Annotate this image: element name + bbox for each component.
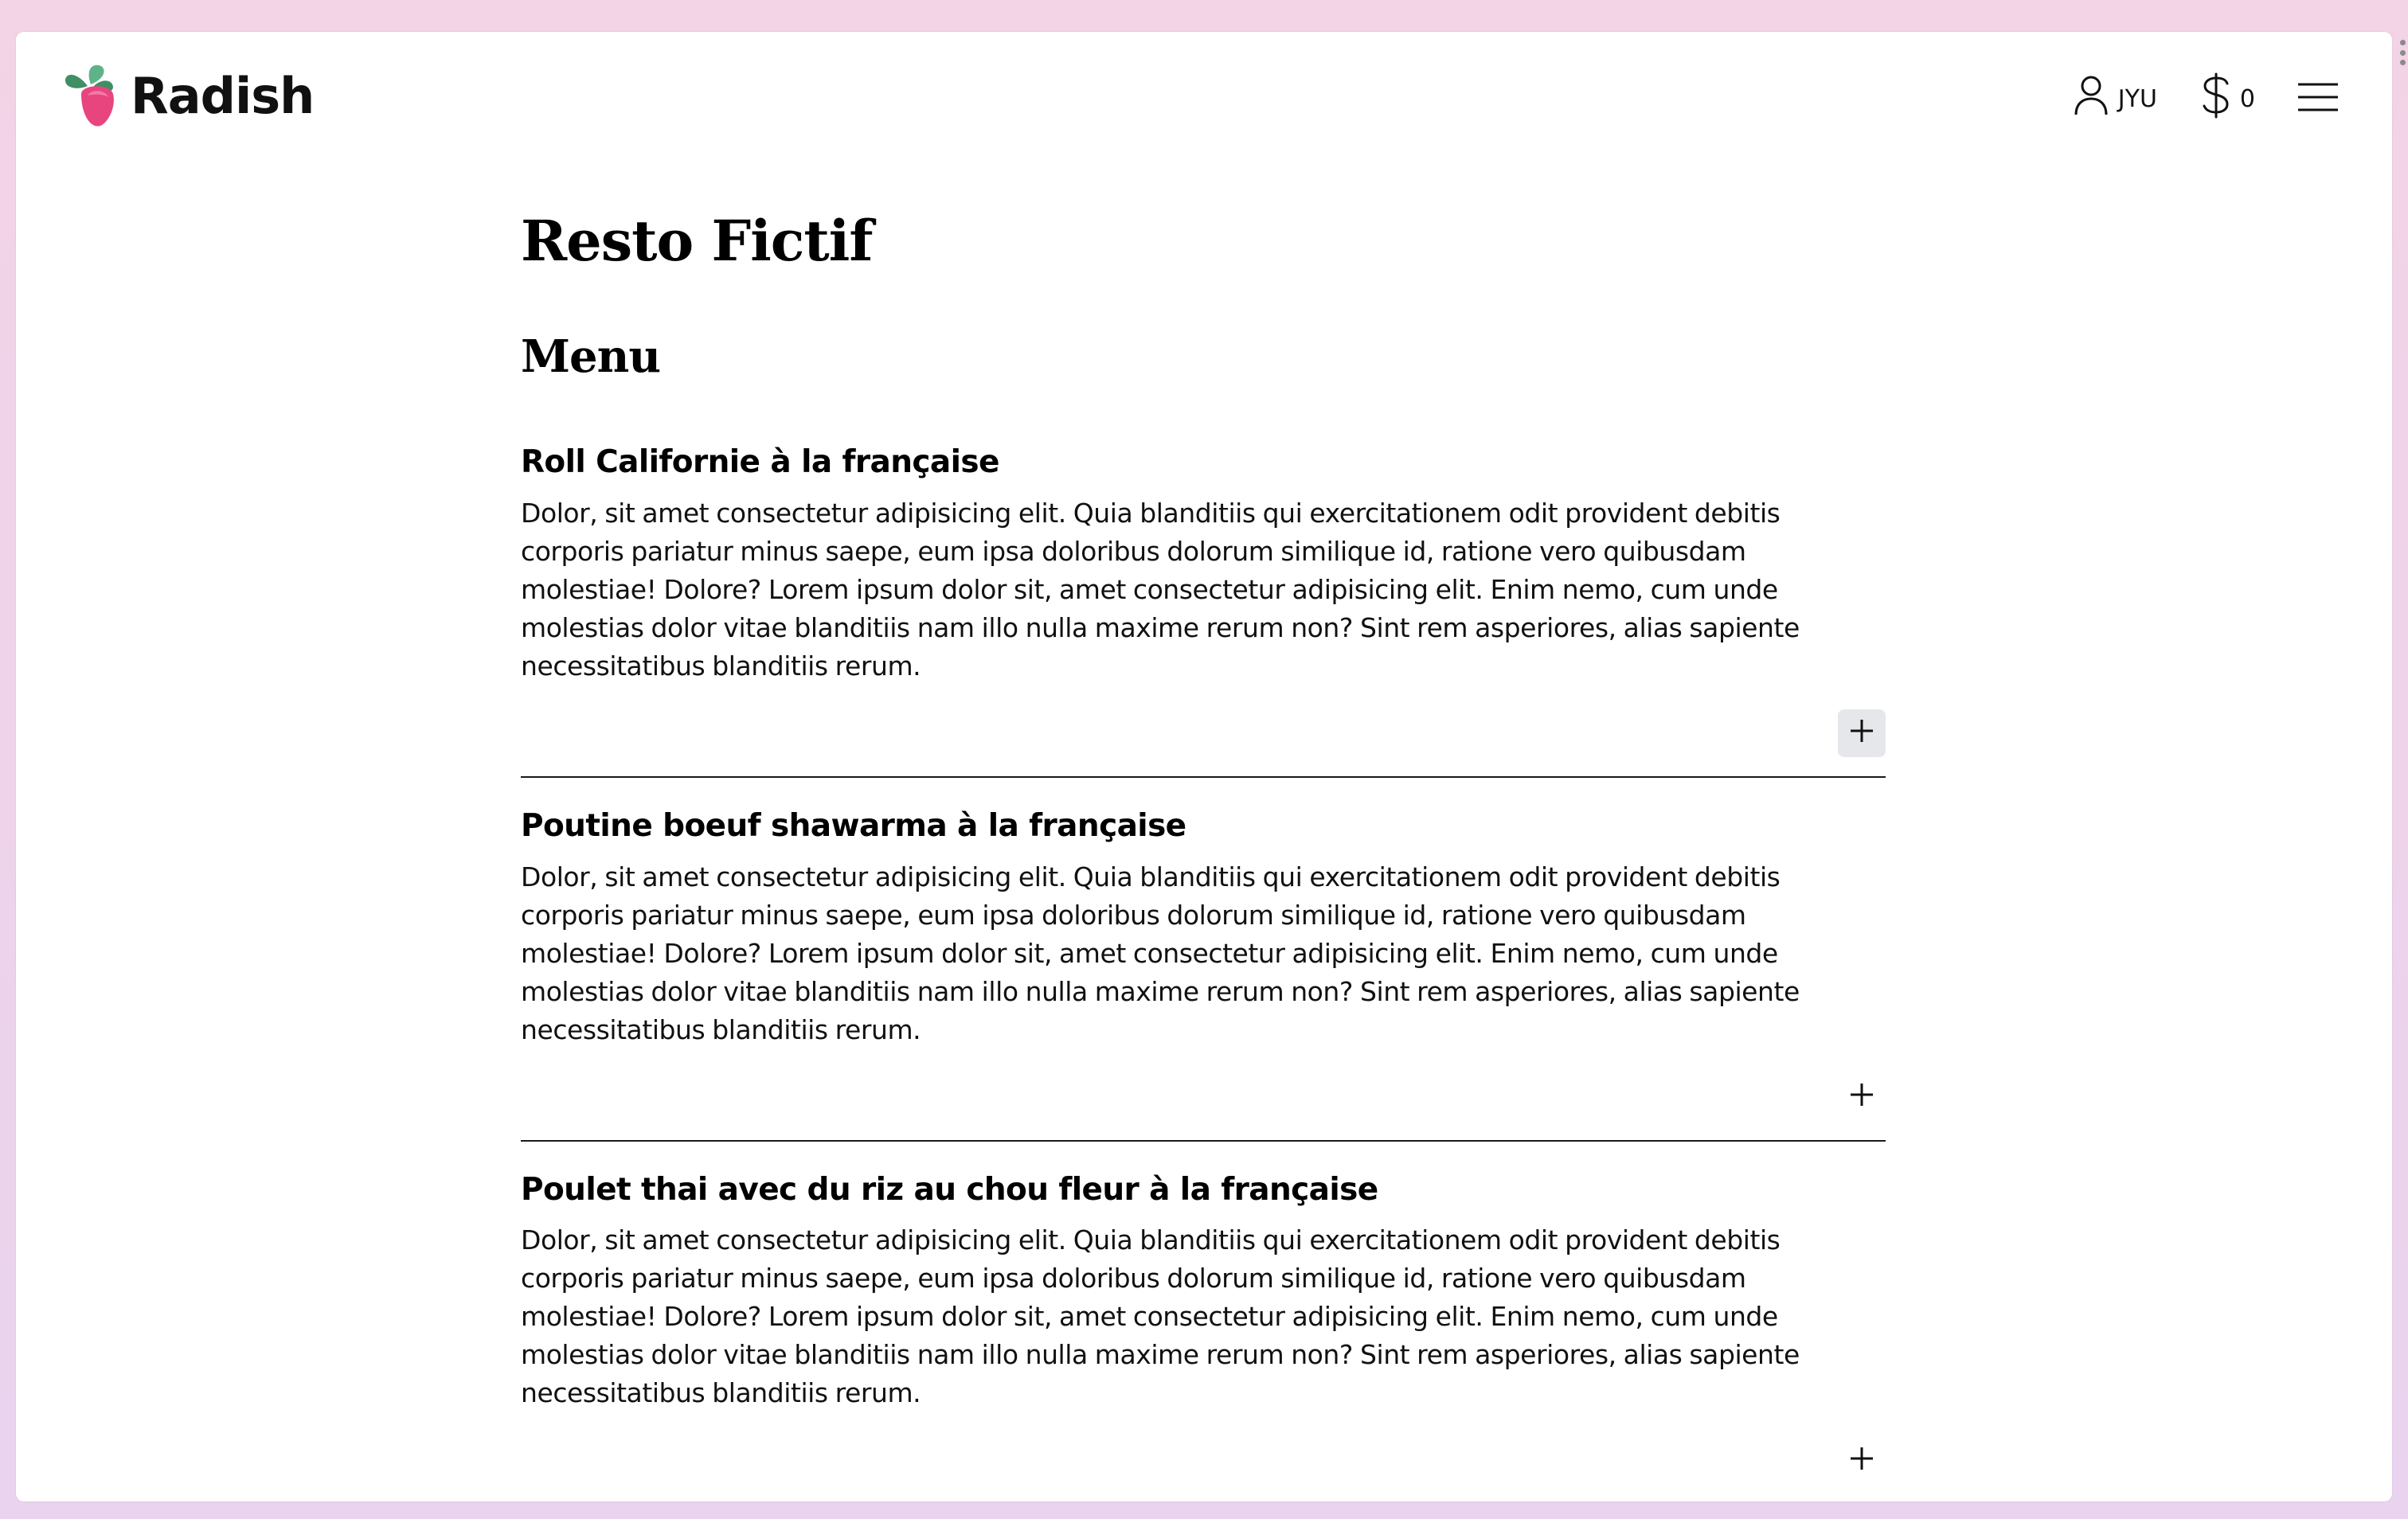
menu-item: Roll Californie à la française Dolor, si… [521, 444, 1886, 778]
cart-button[interactable]: 0 [2202, 72, 2255, 125]
brand-logo-link[interactable]: Radish [64, 62, 315, 129]
menu-item-description: Dolor, sit amet consectetur adipisicing … [521, 1224, 1800, 1409]
menu-item: Poutine boeuf shawarma à la française Do… [521, 778, 1886, 1142]
main-menu-button[interactable] [2298, 81, 2338, 117]
menu-item-description: Dolor, sit amet consectetur adipisicing … [521, 861, 1800, 1045]
user-account-button[interactable]: JYU [2074, 75, 2157, 123]
plus-icon [1850, 1083, 1874, 1111]
menu-item-description: Dolor, sit amet consectetur adipisicing … [521, 497, 1800, 681]
menu-item-name: Roll Californie à la française [521, 444, 999, 480]
header-actions: JYU 0 [2074, 72, 2338, 125]
menu-item: Poulet thai avec du riz au chou fleur à … [521, 1142, 1886, 1501]
radish-icon [64, 62, 119, 129]
add-to-cart-button[interactable] [1838, 709, 1886, 757]
main-content: Resto Fictif Menu Roll Californie à la f… [521, 170, 1886, 1501]
brand-name: Radish [131, 66, 315, 125]
dollar-icon [2202, 72, 2230, 125]
add-to-cart-button[interactable] [1838, 1073, 1886, 1121]
window-resize-handle[interactable] [2398, 40, 2406, 65]
page-title: Resto Fictif [521, 208, 873, 274]
user-name: JYU [2117, 84, 2157, 113]
user-icon [2074, 75, 2109, 123]
add-to-cart-button[interactable] [1838, 1436, 1886, 1484]
plus-icon [1850, 1447, 1874, 1474]
hamburger-icon [2298, 83, 2338, 116]
cart-count: 0 [2239, 84, 2255, 113]
browser-window: Radish JYU 0 Resto Fictif Menu Roll Cali… [16, 32, 2392, 1501]
menu-item-name: Poutine boeuf shawarma à la française [521, 807, 1186, 844]
plus-icon [1850, 719, 1874, 747]
section-title: Menu [521, 330, 661, 383]
menu-item-name: Poulet thai avec du riz au chou fleur à … [521, 1171, 1378, 1208]
